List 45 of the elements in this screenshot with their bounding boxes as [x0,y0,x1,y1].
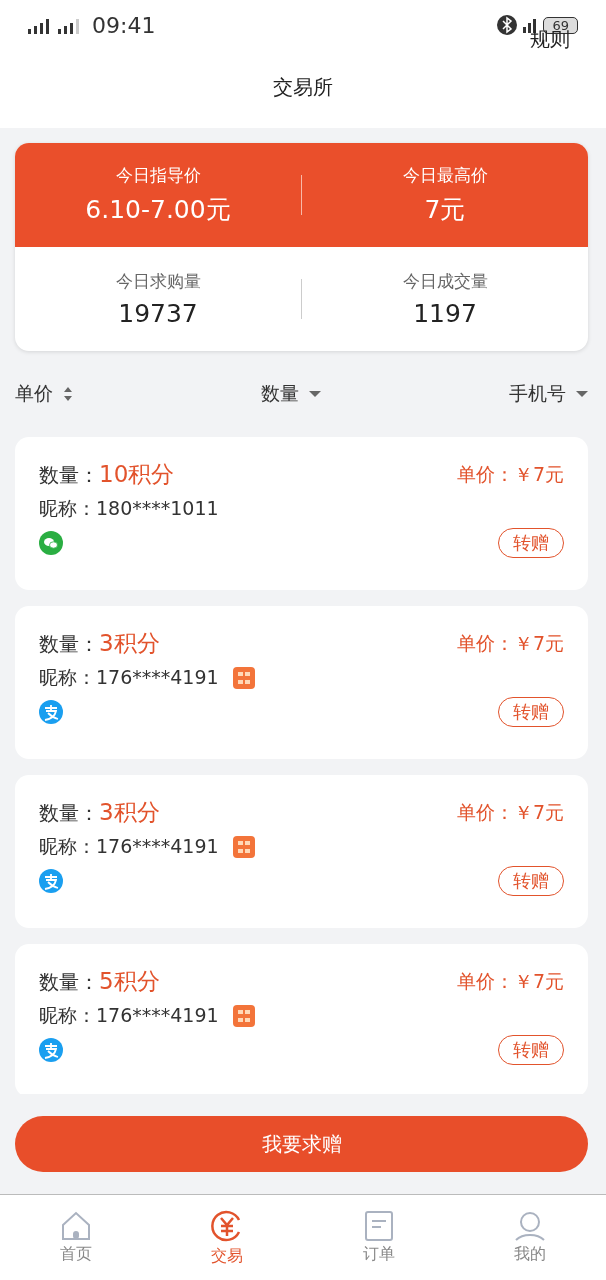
stat-label: 今日最高价 [402,164,488,187]
stat-value: 7元 [424,194,466,226]
quantity-text: 数量：3积分 [39,629,160,658]
tab-item[interactable]: 交易 [151,1195,303,1280]
stat-label: 今日求购量 [115,270,201,293]
page-title: 交易所 [273,73,333,101]
sort-icon [63,386,73,402]
sort-button[interactable]: 手机号 [509,381,588,407]
tab-item[interactable]: 订单 [303,1195,455,1280]
transfer-button[interactable]: 转赠 [498,528,564,558]
stat-value: 6.10-7.00元 [85,194,231,226]
quantity-text: 数量：5积分 [39,967,160,996]
alipay-icon [39,1038,63,1062]
unit-price: 单价：￥7元 [456,799,564,825]
sort-button[interactable]: 单价 [15,381,73,407]
stat-value: 1197 [413,299,477,328]
alipay-icon [39,869,63,893]
tab-item[interactable]: 我的 [454,1195,606,1280]
bluetooth-icon [497,15,518,35]
transfer-button[interactable]: 转赠 [498,866,564,896]
user-icon [514,1210,547,1242]
nickname-text: 昵称：176****4191 [39,1003,219,1028]
nickname-text: 昵称：176****4191 [39,665,219,690]
unit-price: 单价：￥7元 [456,968,564,994]
unit-price: 单价：￥7元 [456,461,564,487]
unit-price: 单价：￥7元 [456,630,564,656]
nickname-text: 昵称：176****4191 [39,834,219,859]
transfer-button[interactable]: 转赠 [498,1035,564,1065]
nickname-text: 昵称：180****1011 [39,496,219,521]
document-icon [362,1210,395,1242]
transfer-button[interactable]: 转赠 [498,697,564,727]
caret-icon [309,390,321,398]
wechat-icon [39,531,63,555]
caret-icon [576,390,588,398]
sort-button[interactable]: 数量 [261,381,321,407]
status-time: 09:41 [92,12,156,38]
request-button[interactable]: 我要求赠 [15,1116,588,1172]
quantity-text: 数量：10积分 [39,460,175,489]
home-icon [59,1210,92,1242]
stat-label: 今日成交量 [402,270,488,293]
stat-value: 19737 [118,299,198,328]
alipay-icon [39,700,63,724]
stat-label: 今日指导价 [115,164,201,187]
tab-item[interactable]: 首页 [0,1195,152,1280]
quantity-text: 数量：3积分 [39,798,160,827]
